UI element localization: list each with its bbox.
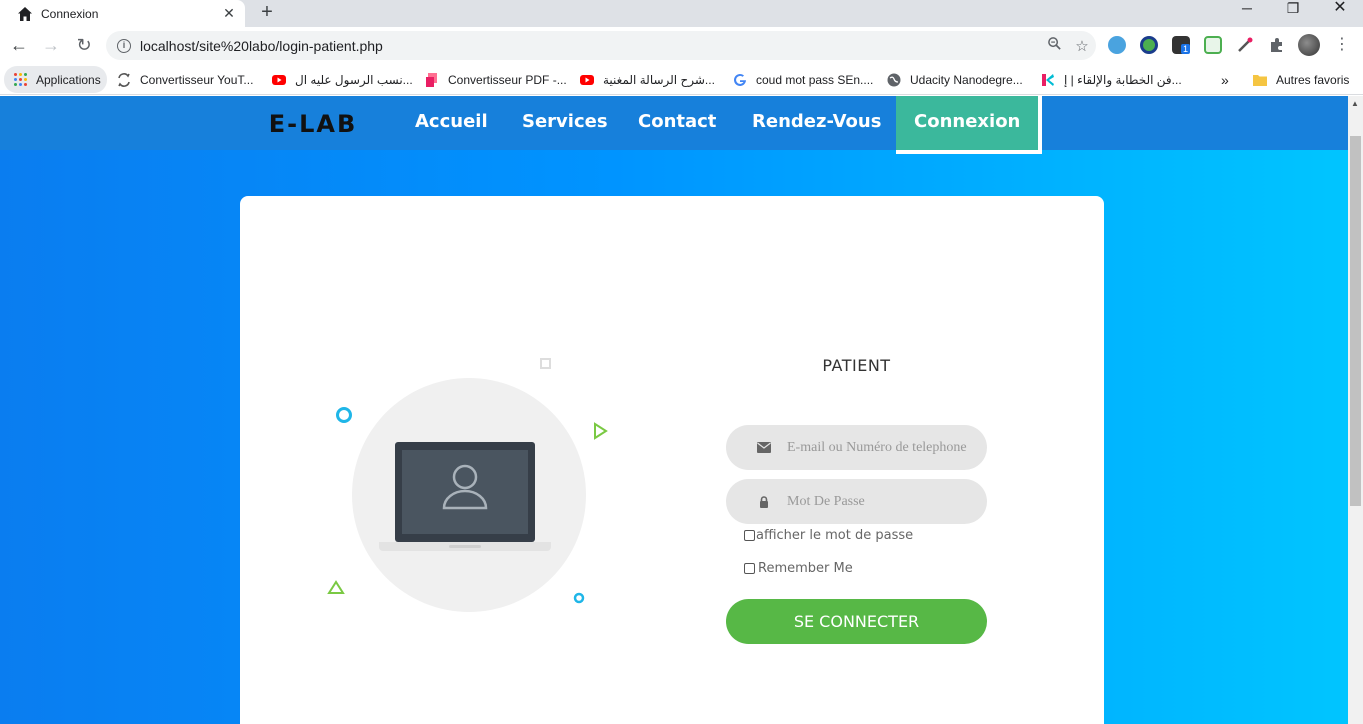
bookmark-udacity[interactable]: Udacity Nanodegre... — [887, 66, 1023, 93]
bookmark-autres-favoris[interactable]: Autres favoris — [1253, 66, 1349, 93]
bookmark-label: Convertisseur PDF -... — [448, 72, 567, 87]
remember-me-checkbox[interactable] — [744, 563, 755, 574]
nav-accueil[interactable]: Accueil — [415, 96, 488, 150]
elab-logo[interactable]: E-LAB — [250, 108, 376, 138]
tab-strip: Connexion ✕ + ─ ❐ ✕ — [0, 0, 1363, 27]
bookmark-convertisseur-youtube[interactable]: Convertisseur YouT... — [117, 66, 253, 93]
bookmark-label: نسب الرسول عليه ال... — [295, 72, 413, 87]
bookmark-label: Convertisseur YouT... — [140, 72, 254, 87]
browser-toolbar: ← → ↻ i localhost/site%20labo/login-pati… — [0, 27, 1363, 64]
bookmark-applications[interactable]: Applications — [4, 66, 107, 93]
laptop-notch — [449, 545, 481, 548]
remember-me-option[interactable]: Remember Me — [744, 561, 853, 576]
show-password-label: afficher le mot de passe — [756, 528, 914, 543]
extension-search-icon[interactable] — [1108, 36, 1126, 54]
home-icon — [18, 6, 32, 21]
bookmark-label: فن الخطابة والإلقاء | إ... — [1064, 72, 1182, 87]
page-viewport: E-LAB Accueil Services Contact Rendez-Vo… — [0, 96, 1363, 724]
extensions-puzzle-icon[interactable] — [1268, 36, 1286, 54]
triangle-decoration — [594, 422, 608, 440]
logo-text: E-LAB — [269, 110, 358, 138]
bookmark-label: شرح الرسالة المغنية... — [603, 72, 715, 87]
k-logo-icon — [1042, 73, 1054, 86]
envelope-icon — [756, 442, 772, 453]
lock-icon — [756, 495, 772, 508]
bookmark-convertisseur-pdf[interactable]: Convertisseur PDF -... — [425, 66, 567, 93]
new-tab-button[interactable]: + — [256, 1, 278, 24]
reload-button[interactable]: ↻ — [73, 35, 95, 57]
google-icon — [734, 73, 746, 86]
bookmark-label: Udacity Nanodegre... — [910, 72, 1023, 87]
apps-grid-icon — [14, 73, 27, 86]
bookmark-label: coud mot pass SEn.... — [756, 72, 874, 87]
password-field[interactable] — [726, 479, 987, 524]
forward-button[interactable]: → — [40, 35, 62, 57]
more-bookmarks-button[interactable]: » — [1221, 66, 1229, 93]
nav-services[interactable]: Services — [522, 96, 608, 150]
bookmark-youtube-1[interactable]: نسب الرسول عليه ال... — [272, 66, 413, 93]
page-scrollbar[interactable]: ▲ — [1348, 96, 1363, 724]
bookmark-arabic-course[interactable]: فن الخطابة والإلقاء | إ... — [1041, 66, 1182, 93]
restore-button[interactable]: ❐ — [1270, 0, 1316, 20]
bookmark-label: Autres favoris — [1276, 72, 1350, 87]
youtube-icon — [272, 74, 286, 85]
scrollbar-thumb[interactable] — [1350, 136, 1361, 506]
profile-avatar[interactable] — [1298, 34, 1320, 56]
show-password-checkbox[interactable] — [744, 530, 755, 541]
globe-icon — [887, 73, 901, 86]
se-connecter-button[interactable]: SE CONNECTER — [726, 599, 987, 644]
login-illustration — [327, 358, 608, 612]
menu-kebab-icon[interactable]: ⋮ — [1331, 35, 1353, 57]
circle-decoration — [336, 407, 352, 423]
bookmark-google[interactable]: coud mot pass SEn.... — [733, 66, 873, 93]
triangle-decoration — [327, 580, 345, 594]
extension-badge-count: 1 — [1181, 44, 1191, 54]
close-tab-icon[interactable]: ✕ — [217, 5, 241, 22]
convert-arrows-icon — [118, 72, 130, 87]
nav-connexion[interactable]: Connexion — [896, 96, 1043, 154]
site-navbar: E-LAB Accueil Services Contact Rendez-Vo… — [0, 96, 1348, 154]
password-input[interactable] — [787, 493, 987, 510]
bookmark-label: Applications — [36, 72, 101, 87]
extension-mail-icon[interactable] — [1204, 36, 1222, 54]
zoom-icon[interactable] — [1040, 36, 1068, 55]
email-input[interactable] — [787, 439, 987, 456]
eyedropper-icon[interactable] — [1236, 36, 1254, 54]
login-title: PATIENT — [822, 356, 891, 375]
tab-title: Connexion — [41, 6, 99, 21]
folder-icon — [1253, 74, 1267, 86]
nav-rendez-vous[interactable]: Rendez-Vous — [752, 96, 881, 150]
circle-decoration — [573, 592, 585, 604]
bookmarks-bar: Applications Convertisseur YouT... نسب ا… — [0, 64, 1363, 95]
extension-badge-icon[interactable]: 1 — [1172, 36, 1191, 54]
back-button[interactable]: ← — [8, 35, 30, 57]
pdf-icon — [426, 72, 437, 87]
close-window-button[interactable]: ✕ — [1317, 0, 1363, 20]
remember-me-label: Remember Me — [758, 561, 853, 576]
bookmark-star-icon[interactable]: ☆ — [1068, 37, 1096, 55]
more-bookmarks-icon: » — [1221, 71, 1229, 88]
minimize-button[interactable]: ─ — [1224, 0, 1270, 20]
square-decoration — [540, 358, 551, 369]
show-password-option[interactable]: afficher le mot de passe — [744, 528, 913, 543]
extension-globe-icon[interactable] — [1140, 36, 1158, 54]
youtube-icon — [580, 74, 594, 85]
nav-contact[interactable]: Contact — [638, 96, 716, 150]
address-bar[interactable]: i localhost/site%20labo/login-patient.ph… — [106, 31, 1096, 60]
scroll-up-icon[interactable]: ▲ — [1351, 99, 1359, 108]
bookmark-youtube-2[interactable]: شرح الرسالة المغنية... — [580, 66, 715, 93]
email-field[interactable] — [726, 425, 987, 470]
site-info-icon[interactable]: i — [117, 38, 131, 53]
url-text[interactable]: localhost/site%20labo/login-patient.php — [140, 38, 1040, 54]
browser-tab[interactable]: Connexion ✕ — [0, 0, 245, 27]
